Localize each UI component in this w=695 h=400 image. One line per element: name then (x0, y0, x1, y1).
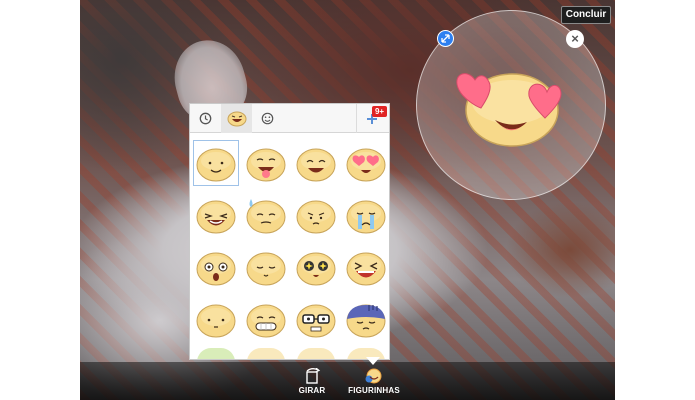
sticker-tongue-out-icon (246, 148, 286, 182)
sticker-sleepy-icon (246, 252, 286, 286)
stickers-icon (365, 368, 382, 384)
stickers-label: FIGURINHAS (348, 386, 400, 395)
sticker-crying-icon (346, 200, 386, 234)
rotate-icon (306, 368, 321, 384)
tab-sticker-pack[interactable] (221, 104, 252, 133)
store-notification-badge: 9+ (372, 106, 387, 117)
sticker-meh-icon (196, 304, 236, 338)
sticker-partial-row (297, 348, 335, 359)
sticker-gloom-icon (346, 304, 386, 338)
sticker-laughing-icon (196, 200, 236, 234)
sticker-happy-icon (296, 148, 336, 182)
rotate-label: GIRAR (298, 386, 326, 395)
done-button[interactable]: Concluir (561, 6, 611, 24)
sticker-grin[interactable] (243, 296, 289, 342)
sticker-star-eyes[interactable] (293, 244, 339, 290)
sticker-nerd[interactable] (293, 296, 339, 342)
sticker-smile[interactable] (193, 140, 239, 186)
sticker-sleepy[interactable] (243, 244, 289, 290)
resize-handle-icon[interactable] (437, 30, 454, 47)
stickers-button[interactable]: FIGURINHAS (344, 368, 404, 398)
sticker-heart-eyes[interactable] (343, 140, 389, 186)
sticker-star-eyes-icon (296, 252, 336, 286)
sticker-heart-eyes-icon (346, 148, 386, 182)
sticker-laughing[interactable] (193, 192, 239, 238)
tab-recent[interactable] (190, 104, 221, 133)
sticker-meh[interactable] (193, 296, 239, 342)
picker-tab-bar: 9+ (190, 104, 389, 133)
sticker-unsure-icon (296, 200, 336, 234)
sticker-smile-icon (196, 148, 236, 182)
sticker-grin-icon (246, 304, 286, 338)
sticker-pack-icon (227, 111, 246, 126)
rotate-button[interactable]: GIRAR (282, 368, 342, 398)
sticker-crying[interactable] (343, 192, 389, 238)
smiley-icon (261, 112, 274, 125)
sticker-sweat[interactable] (243, 192, 289, 238)
sticker-picker-panel: 9+ (189, 103, 390, 360)
clock-icon (199, 112, 212, 125)
placed-sticker-heart-eyes[interactable] (455, 62, 569, 148)
sticker-tongue-out[interactable] (243, 140, 289, 186)
remove-sticker-close-icon[interactable]: × (566, 30, 584, 48)
sticker-gloom[interactable] (343, 296, 389, 342)
sticker-squint-laugh-icon (346, 252, 386, 286)
picker-pointer-caret (366, 357, 380, 365)
sticker-happy[interactable] (293, 140, 339, 186)
tab-emoji[interactable] (252, 104, 283, 133)
sticker-partial-row (247, 348, 285, 359)
sticker-squint-laugh[interactable] (343, 244, 389, 290)
sticker-nerd-icon (296, 304, 336, 338)
sticker-shocked[interactable] (193, 244, 239, 290)
sticker-unsure[interactable] (293, 192, 339, 238)
sticker-shocked-icon (196, 252, 236, 286)
sticker-partial-row (197, 348, 235, 359)
sticker-sweat-icon (246, 199, 286, 234)
